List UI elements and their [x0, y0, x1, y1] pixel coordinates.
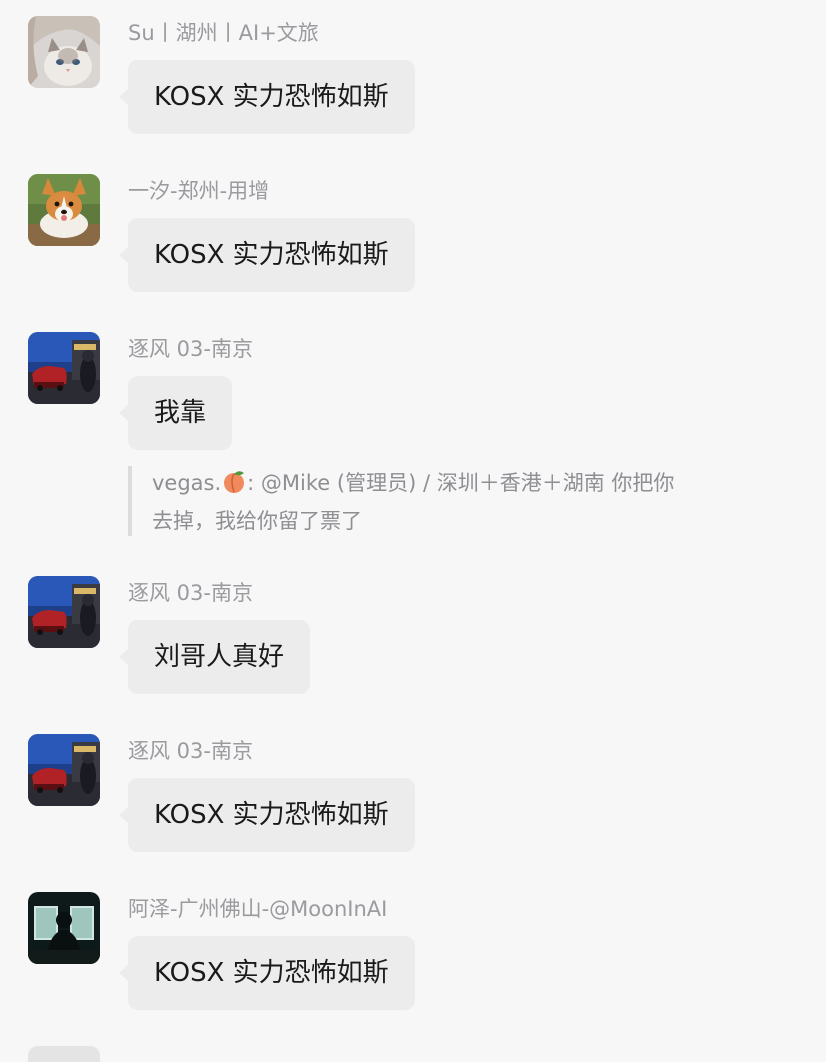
avatar[interactable] [28, 332, 100, 404]
sender-name: Su丨湖州丨AI+文旅 [128, 21, 319, 45]
chat-message-list[interactable]: Su丨湖州丨AI+文旅 KOSX 实力恐怖如斯 一汐-郑州-用增 KOSX 实力… [0, 0, 826, 1062]
quote-line-1: vegas. : @Mike (管理员) / 深圳＋香港＋湖南 你把你 [152, 466, 762, 504]
sender-name: 逐风 03-南京 [128, 337, 253, 361]
night-street-avatar-icon [28, 576, 100, 648]
message-bubble[interactable]: 刘哥人真好 [118, 620, 311, 694]
partial-avatar[interactable] [28, 1046, 100, 1062]
quote-author: vegas. [152, 471, 222, 495]
peach-icon [221, 468, 247, 504]
quoted-message[interactable]: vegas. : @Mike (管理员) / 深圳＋香港＋湖南 你把你 去掉，我给… [128, 466, 762, 536]
message-bubble[interactable]: KOSX 实力恐怖如斯 [119, 60, 415, 134]
silhouette-avatar-icon [28, 892, 100, 964]
avatar[interactable] [28, 892, 100, 964]
avatar[interactable] [28, 576, 100, 648]
message-bubble[interactable]: KOSX 实力恐怖如斯 [119, 778, 415, 852]
quote-text: : @Mike (管理员) / 深圳＋香港＋湖南 你把你 [247, 471, 675, 495]
message-bubble[interactable]: 我靠 [118, 376, 233, 450]
night-street-avatar-icon [28, 332, 100, 404]
sender-name: 逐风 03-南京 [128, 581, 253, 605]
avatar[interactable] [28, 734, 100, 806]
avatar[interactable] [28, 16, 100, 88]
avatar[interactable] [28, 174, 100, 246]
message-bubble[interactable]: KOSX 实力恐怖如斯 [119, 218, 415, 292]
night-street-avatar-icon [28, 734, 100, 806]
cat-girl-avatar-icon [28, 16, 100, 88]
quote-line-2: 去掉，我给你留了票了 [152, 509, 362, 533]
corgi-avatar-icon [28, 174, 100, 246]
sender-name: 逐风 03-南京 [128, 739, 253, 763]
sender-name: 一汐-郑州-用增 [128, 179, 270, 203]
message-bubble[interactable]: KOSX 实力恐怖如斯 [119, 936, 415, 1010]
sender-name: 阿泽-广州佛山-@MoonInAI [128, 897, 388, 921]
